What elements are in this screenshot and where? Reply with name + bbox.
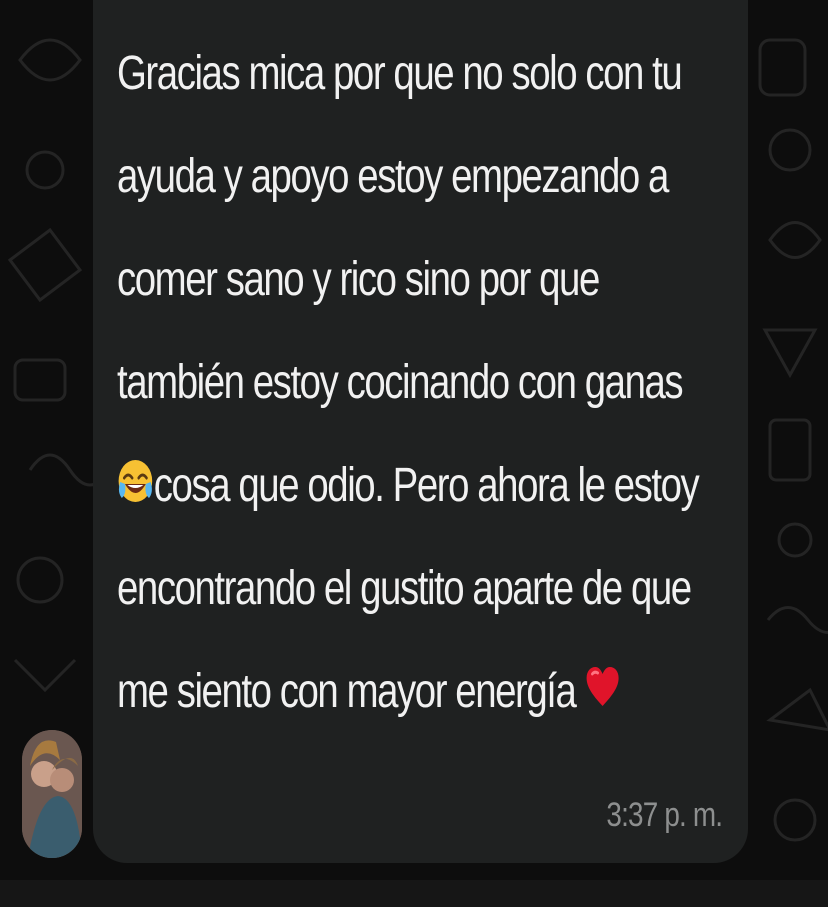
message-line: Gracias mica por que no solo con tu [117, 47, 683, 100]
chat-screen: Gracias mica por que no solo con tu ayud… [0, 0, 828, 907]
face-with-tears-of-joy-icon [117, 437, 154, 540]
message-line: ayuda y apoyo estoy empezando a [117, 150, 669, 203]
avatar-photo [22, 730, 82, 858]
message-line-text: cosa que odio. Pero ahora le estoy [153, 459, 700, 512]
bottom-strip [0, 880, 828, 907]
message-line-with-emoji: cosa que odio. Pero ahora le estoy [117, 434, 700, 540]
message-line-with-emoji: me siento con mayor energía [117, 640, 619, 743]
message-line-text: me siento con mayor energía [117, 665, 577, 718]
contact-avatar[interactable] [22, 730, 82, 858]
red-heart-icon [585, 643, 620, 746]
message-bubble[interactable]: Gracias mica por que no solo con tu ayud… [93, 0, 748, 863]
message-line: comer sano y rico sino por que [117, 253, 600, 306]
message-line: encontrando el gustito aparte de que [117, 562, 692, 615]
message-timestamp: 3:37 p. m. [606, 796, 723, 834]
message-line: también estoy cocinando con ganas [117, 356, 684, 409]
